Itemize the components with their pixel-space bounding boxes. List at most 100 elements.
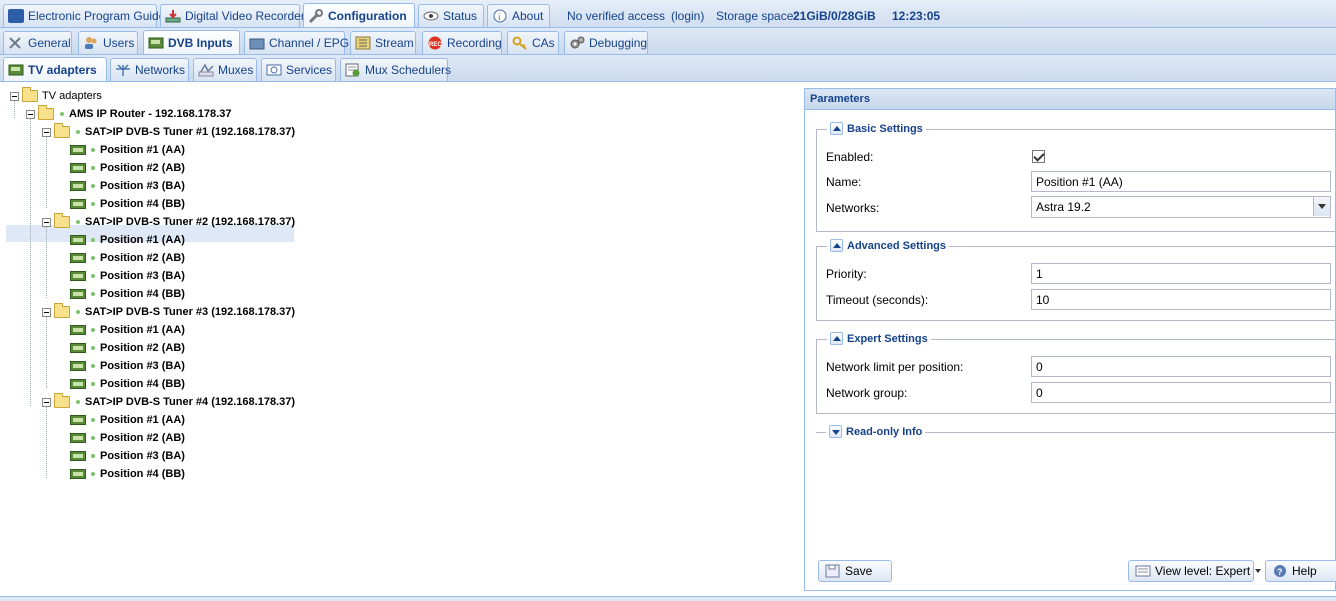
adapter-card-icon <box>70 433 86 443</box>
tab-mux-schedulers[interactable]: Mux Schedulers <box>340 58 451 81</box>
enabled-label: Enabled: <box>826 150 874 164</box>
tab-users[interactable]: Users <box>78 31 138 54</box>
chevron-down-icon[interactable] <box>1313 197 1330 216</box>
help-button[interactable]: ? Help <box>1265 560 1336 582</box>
svg-text:?: ? <box>1277 567 1283 577</box>
status-dot-icon <box>91 184 95 188</box>
users-icon <box>83 36 99 50</box>
collapse-toggle-icon[interactable] <box>42 307 51 317</box>
collapse-toggle-icon[interactable] <box>26 109 35 119</box>
login-link[interactable]: (login) <box>671 9 704 23</box>
tree-node-position[interactable]: Position #2 (AB) <box>70 339 185 357</box>
tab-cas[interactable]: CAs <box>507 31 559 54</box>
network-group-field[interactable]: 0 <box>1031 382 1331 403</box>
tree-node-label: Position #1 (AA) <box>100 414 185 426</box>
tree-node-label: Position #3 (BA) <box>100 450 185 462</box>
timeout-label: Timeout (seconds): <box>826 293 929 307</box>
tab-label: CAs <box>532 36 555 50</box>
tree-node-position[interactable]: Position #1 (AA) <box>70 321 185 339</box>
button-label: Save <box>845 564 873 578</box>
tree-node-position[interactable]: Position #2 (AB) <box>70 249 185 267</box>
tree-node-tuner[interactable]: SAT>IP DVB-S Tuner #3 (192.168.178.37) <box>42 303 295 321</box>
adapter-tree: TV adapters AMS IP Router - 192.168.178.… <box>0 83 802 595</box>
networks-combo[interactable]: Astra 19.2 <box>1031 196 1331 218</box>
save-button[interactable]: Save <box>818 560 892 582</box>
tree-node-router[interactable]: AMS IP Router - 192.168.178.37 <box>26 105 231 123</box>
name-field[interactable]: Position #1 (AA) <box>1031 171 1331 192</box>
tree-node-position[interactable]: Position #3 (BA) <box>70 447 185 465</box>
collapse-toggle-icon[interactable] <box>10 91 19 101</box>
collapse-icon[interactable] <box>830 332 843 345</box>
scheduler-icon <box>345 63 361 77</box>
collapse-toggle-icon[interactable] <box>42 397 51 407</box>
tree-node-position[interactable]: Position #4 (BB) <box>70 285 185 303</box>
tree-node-label: Position #4 (BB) <box>100 288 185 300</box>
collapse-toggle-icon[interactable] <box>42 217 51 227</box>
tab-recording[interactable]: REC Recording <box>422 31 502 54</box>
tree-node-position[interactable]: Position #3 (BA) <box>70 267 185 285</box>
tree-node-tuner[interactable]: SAT>IP DVB-S Tuner #4 (192.168.178.37) <box>42 393 295 411</box>
tree-node-label: Position #2 (AB) <box>100 342 185 354</box>
tree-node-position[interactable]: Position #4 (BB) <box>70 465 185 483</box>
adapter-card-icon <box>70 253 86 263</box>
tab-debugging[interactable]: Debugging <box>564 31 648 54</box>
tree-node-position[interactable]: Position #1 (AA) <box>70 411 185 429</box>
tab-muxes[interactable]: Muxes <box>193 58 257 81</box>
gears-icon <box>569 36 585 50</box>
view-level-button[interactable]: View level: Expert <box>1128 560 1262 582</box>
network-limit-field[interactable]: 0 <box>1031 356 1331 377</box>
tab-services[interactable]: Services <box>261 58 336 81</box>
tab-label: Electronic Program Guide <box>28 9 166 23</box>
tab-about[interactable]: i About <box>487 4 550 27</box>
collapse-icon[interactable] <box>830 239 843 252</box>
readonly-info-legend[interactable]: Read-only Info <box>826 425 926 438</box>
tab-label: About <box>512 9 544 23</box>
epg-icon <box>8 9 24 23</box>
status-dot-icon <box>76 310 80 314</box>
tab-configuration[interactable]: Configuration <box>303 3 415 27</box>
tree-node-position[interactable]: Position #3 (BA) <box>70 357 185 375</box>
tab-dvr[interactable]: Digital Video Recorder <box>160 4 305 27</box>
storage-label: Storage space: <box>716 9 797 23</box>
parameters-panel: Parameters Basic Settings Advanced Setti… <box>804 88 1336 591</box>
tree-node-position[interactable]: Position #4 (BB) <box>70 375 185 393</box>
tab-stream[interactable]: Stream <box>350 31 416 54</box>
status-dot-icon <box>91 418 95 422</box>
tree-root[interactable]: TV adapters <box>10 87 102 105</box>
tree-node-tuner[interactable]: SAT>IP DVB-S Tuner #1 (192.168.178.37) <box>42 123 295 141</box>
adapter-card-icon <box>70 181 86 191</box>
tree-node-position[interactable]: Position #2 (AB) <box>70 429 185 447</box>
expert-settings-legend[interactable]: Expert Settings <box>827 332 931 345</box>
tree-node-tuner[interactable]: SAT>IP DVB-S Tuner #2 (192.168.178.37) <box>42 213 295 231</box>
tab-label: Digital Video Recorder <box>185 9 305 23</box>
tab-general[interactable]: General <box>3 31 72 54</box>
status-dot-icon <box>91 148 95 152</box>
basic-settings-legend[interactable]: Basic Settings <box>827 122 926 135</box>
tab-dvb-inputs[interactable]: DVB Inputs <box>143 30 240 54</box>
status-dot-icon <box>91 382 95 386</box>
config-tabbar: General Users DVB Inputs Channel / EPG S… <box>0 28 1336 55</box>
priority-field[interactable]: 1 <box>1031 263 1331 284</box>
tab-channel-epg[interactable]: Channel / EPG <box>244 31 349 54</box>
tree-node-position[interactable]: Position #3 (BA) <box>70 177 185 195</box>
timeout-field[interactable]: 10 <box>1031 289 1331 310</box>
expand-icon[interactable] <box>829 425 842 438</box>
collapse-icon[interactable] <box>830 122 843 135</box>
advanced-settings-legend[interactable]: Advanced Settings <box>827 239 950 252</box>
folder-icon <box>54 303 70 318</box>
adapter-card-icon <box>70 379 86 389</box>
tab-status[interactable]: Status <box>418 4 484 27</box>
tab-tv-adapters[interactable]: TV adapters <box>3 57 107 81</box>
adapter-card-icon <box>70 415 86 425</box>
adapter-card-icon <box>70 325 86 335</box>
enabled-checkbox[interactable] <box>1032 150 1045 163</box>
tree-node-position[interactable]: Position #2 (AB) <box>70 159 185 177</box>
collapse-toggle-icon[interactable] <box>42 127 51 137</box>
tab-networks[interactable]: Networks <box>110 58 189 81</box>
tab-epg[interactable]: Electronic Program Guide <box>3 4 165 27</box>
status-dot-icon <box>91 238 95 242</box>
tree-node-position[interactable]: Position #1 (AA) <box>70 141 185 159</box>
tree-node-label: Position #4 (BB) <box>100 198 185 210</box>
tree-node-position[interactable]: Position #1 (AA) <box>70 231 185 249</box>
tree-node-position[interactable]: Position #4 (BB) <box>70 195 185 213</box>
